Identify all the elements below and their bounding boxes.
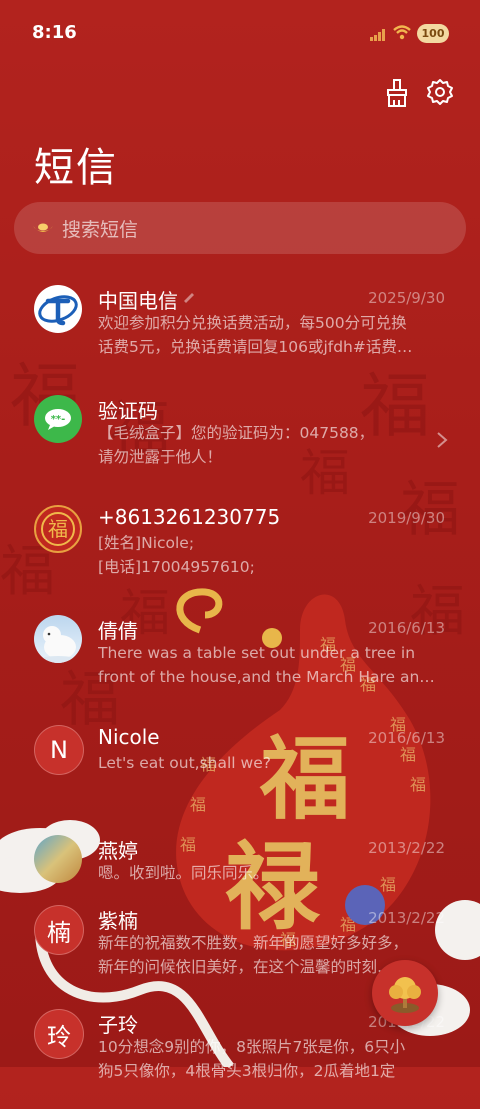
contact-name: 中国电信 [98, 289, 178, 313]
contact-name: 燕婷 [98, 839, 138, 863]
fu-seal-icon: 福 [34, 505, 82, 553]
search-input[interactable]: 搜索短信 [14, 202, 466, 254]
conversation-item[interactable]: 倩倩 2016/6/13 There was a table set out u… [0, 605, 480, 715]
message-date: 2019/9/30 [368, 509, 445, 527]
compose-button[interactable] [372, 960, 438, 1026]
avatar: 楠 [34, 905, 84, 955]
conversation-item[interactable]: 中国电信 2025/9/30 欢迎参加积分兑换话费活动，每500分可兑换 话费5… [0, 275, 480, 385]
golden-tree-icon [389, 977, 421, 1013]
svg-text:福: 福 [48, 517, 68, 541]
gold-ingot-icon [33, 223, 53, 232]
avatar: 玲 [34, 1009, 84, 1059]
message-preview: 【毛绒盒子】您的验证码为：047588， 请勿泄露于他人！ [98, 424, 375, 466]
message-preview: 欢迎参加积分兑换话费活动，每500分可兑换 话费5元，兑换话费请回复106或jf… [98, 314, 413, 356]
status-time: 8:16 [32, 22, 77, 43]
message-date: 2016/6/13 [368, 619, 445, 637]
message-preview: 嗯。收到啦。同乐同乐。 [98, 864, 269, 882]
gear-icon[interactable] [426, 78, 454, 106]
contact-name: +8613261230775 [98, 505, 281, 529]
chevron-right-icon[interactable] [436, 431, 448, 449]
contact-name: 验证码 [98, 399, 158, 423]
conversation-item[interactable]: 福 +8613261230775 2019/9/30 [姓名]Nicole; [… [0, 495, 480, 605]
landscape-photo [34, 835, 82, 883]
message-preview: There was a table set out under a tree i… [98, 644, 435, 686]
message-date: 2025/9/30 [368, 289, 445, 307]
contact-name: 紫楠 [98, 909, 138, 933]
polar-bear-photo [34, 615, 82, 663]
message-date: 2013/2/22 [368, 909, 445, 927]
china-telecom-logo [34, 285, 82, 333]
wifi-icon [393, 25, 411, 40]
contact-name: Nicole [98, 725, 160, 749]
message-preview: [姓名]Nicole; [电话]17004957610; [98, 534, 255, 576]
page-title: 短信 [34, 145, 118, 191]
status-bar: 8:16 100 [0, 0, 480, 60]
message-bubble-icon: **- [34, 395, 82, 443]
battery-indicator: 100 [417, 24, 449, 43]
contact-name: 倩倩 [98, 619, 138, 643]
message-preview: Let's eat out,shall we? [98, 754, 271, 772]
search-placeholder: 搜索短信 [62, 218, 139, 241]
message-date: 2013/2/22 [368, 839, 445, 857]
message-date: 2016/6/13 [368, 729, 445, 747]
brush-clean-icon[interactable] [384, 78, 410, 108]
conversation-item[interactable]: **- 验证码 【毛绒盒子】您的验证码为：047588， 请勿泄露于他人！ [0, 385, 480, 495]
conversation-item[interactable]: N Nicole 2016/6/13 Let's eat out,shall w… [0, 715, 480, 825]
avatar: N [34, 725, 84, 775]
message-preview: 10分想念9别的你，8张照片7张是你，6只小 狗5只像你，4根骨头3根归你，2瓜… [98, 1038, 406, 1080]
signal-icon [370, 29, 385, 41]
pencil-icon [184, 293, 194, 303]
contact-name: 子玲 [98, 1013, 138, 1037]
svg-text:**-: **- [51, 414, 66, 425]
